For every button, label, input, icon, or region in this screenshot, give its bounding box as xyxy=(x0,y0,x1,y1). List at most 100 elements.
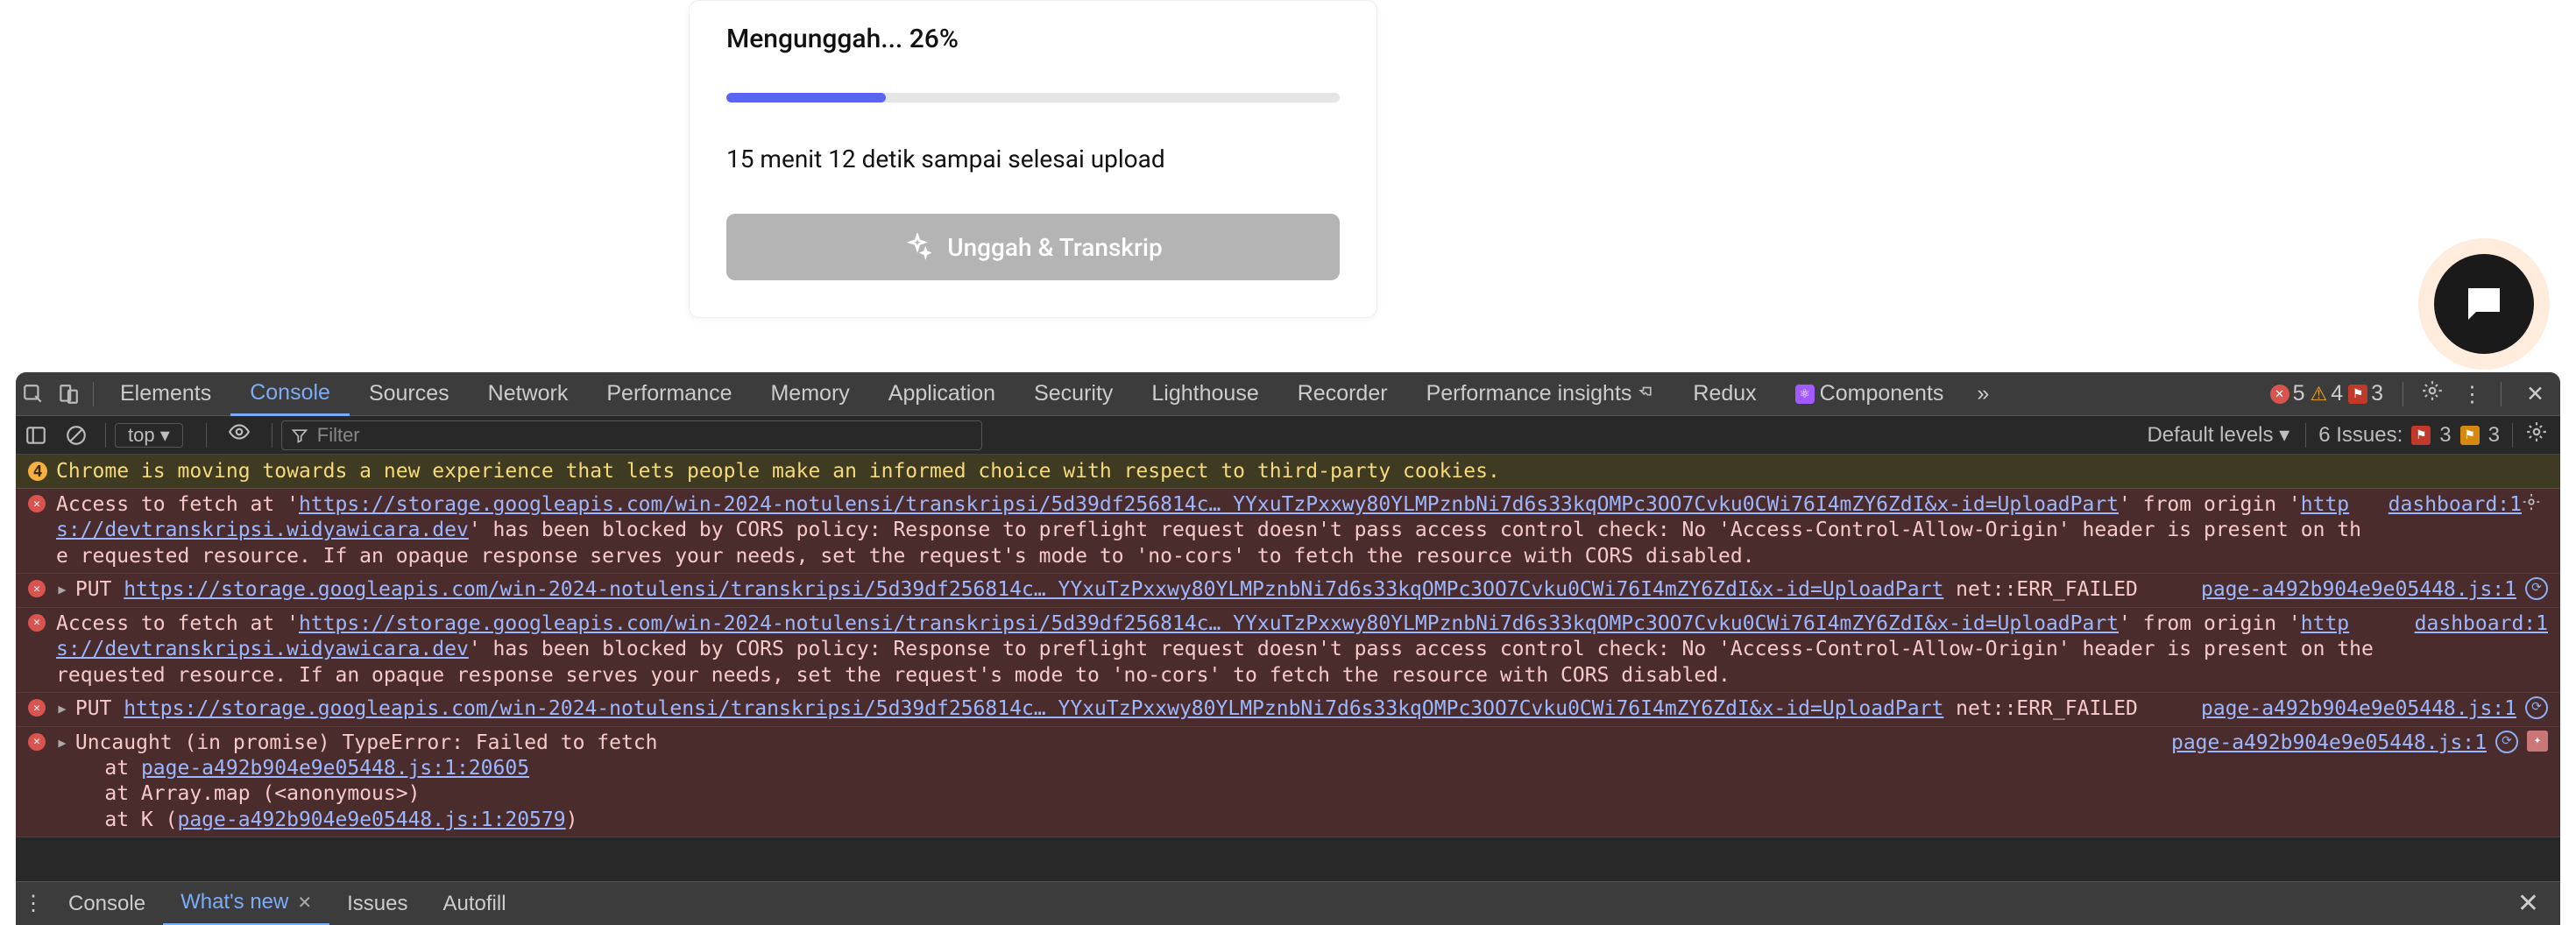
expand-arrow[interactable]: ▸ xyxy=(56,697,68,720)
cookie-banner-text: Chrome is moving towards a new experienc… xyxy=(56,460,1500,483)
log-message: ▸PUT https://storage.googleapis.com/win-… xyxy=(56,696,2183,722)
upload-card: Mengunggah... 26% 15 menit 12 detik samp… xyxy=(689,0,1377,318)
tab-redux[interactable]: Redux xyxy=(1674,372,1775,416)
upload-button-label: Unggah & Transkrip xyxy=(947,233,1162,262)
clear-console-button[interactable] xyxy=(56,424,96,447)
source-location-link[interactable]: page-a492b904e9e05448.js:1 xyxy=(2171,731,2487,756)
drawer-menu-button[interactable]: ⋮ xyxy=(16,891,51,916)
upload-transcribe-button[interactable]: Unggah & Transkrip xyxy=(726,214,1340,280)
chat-bubble-icon xyxy=(2460,280,2508,328)
tab-application[interactable]: Application xyxy=(869,372,1015,416)
separator xyxy=(206,423,207,448)
issues-yellow-count: 3 xyxy=(2488,423,2500,448)
console-settings-button[interactable] xyxy=(2513,420,2560,449)
filter-input[interactable]: Filter xyxy=(281,420,982,450)
tab-recorder[interactable]: Recorder xyxy=(1278,372,1407,416)
error-icon xyxy=(28,614,49,632)
chat-fab-button[interactable] xyxy=(2434,254,2534,354)
error-icon xyxy=(28,733,49,751)
element-picker-button[interactable] xyxy=(16,383,51,406)
progress-bar xyxy=(726,93,886,102)
status-counts[interactable]: 5 4 3 xyxy=(2260,381,2394,406)
sparkle-icon xyxy=(903,233,931,261)
tab-sources[interactable]: Sources xyxy=(350,372,469,416)
log-message: Access to fetch at 'https://storage.goog… xyxy=(56,611,2397,688)
tab-lighthouse[interactable]: Lighthouse xyxy=(1132,372,1277,416)
flag-count: 3 xyxy=(2371,381,2383,406)
console-log-row[interactable]: Access to fetch at 'https://storage.goog… xyxy=(16,608,2560,693)
ai-insight-icon[interactable]: ✦ xyxy=(2527,731,2548,752)
vm-context-icon[interactable]: ⟳ xyxy=(2525,696,2548,719)
console-log-row[interactable]: Access to fetch at 'https://storage.goog… xyxy=(16,489,2560,574)
drawer-close-button[interactable]: ✕ xyxy=(2496,888,2560,919)
tab-security[interactable]: Security xyxy=(1015,372,1132,416)
tab-elements[interactable]: Elements xyxy=(101,372,230,416)
vm-context-icon[interactable]: ⟳ xyxy=(2525,577,2548,600)
issues-label: 6 Issues: xyxy=(2318,423,2403,448)
page-background: Mengunggah... 26% 15 menit 12 detik samp… xyxy=(0,0,2576,368)
source-location-link[interactable]: dashboard:1 xyxy=(2415,611,2548,637)
filter-placeholder: Filter xyxy=(317,424,360,447)
expand-arrow[interactable]: ▸ xyxy=(56,578,68,601)
issues-red-count: 3 xyxy=(2439,423,2451,448)
tab-memory[interactable]: Memory xyxy=(751,372,868,416)
tab-console[interactable]: Console xyxy=(230,372,350,416)
source-link[interactable]: page-a492b904e9e05448.js:1:20605 xyxy=(141,757,529,780)
source-link[interactable]: page-a492b904e9e05448.js:1:20579 xyxy=(177,808,565,831)
drawer-tab-issues[interactable]: Issues xyxy=(329,882,425,925)
flag-icon xyxy=(2348,385,2367,404)
cookie-deprecation-banner[interactable]: 4 Chrome is moving towards a new experie… xyxy=(16,455,2560,489)
gear-icon[interactable] xyxy=(2522,492,2541,519)
drawer-tab-whats-new[interactable]: What's new✕ xyxy=(163,882,329,925)
close-icon[interactable]: ✕ xyxy=(297,892,312,914)
error-icon xyxy=(28,580,49,597)
url-link[interactable]: https://storage.googleapis.com/win-2024-… xyxy=(299,493,2119,516)
source-location-link[interactable]: page-a492b904e9e05448.js:1 xyxy=(2201,577,2516,603)
more-options-button[interactable]: ⋮ xyxy=(2452,381,2492,407)
separator xyxy=(2501,382,2502,406)
log-message: ▸Uncaught (in promise) TypeError: Failed… xyxy=(56,731,2154,834)
source-location-link[interactable]: page-a492b904e9e05448.js:1 xyxy=(2201,696,2516,722)
console-sidebar-toggle[interactable] xyxy=(16,424,56,447)
separator xyxy=(93,382,94,406)
drawer-tab-console[interactable]: Console xyxy=(51,882,163,925)
drawer-tab-autofill[interactable]: Autofill xyxy=(426,882,524,925)
url-link[interactable]: https://storage.googleapis.com/win-2024-… xyxy=(299,612,2119,635)
context-selector[interactable]: top ▾ xyxy=(115,423,183,448)
console-filter-bar: top ▾ Filter Default levels ▾ 6 Issues: … xyxy=(16,416,2560,455)
error-icon xyxy=(28,699,49,717)
live-expression-button[interactable] xyxy=(216,420,263,449)
tab-components[interactable]: Components xyxy=(1776,372,1964,416)
url-link[interactable]: https://storage.googleapis.com/win-2024-… xyxy=(124,697,1943,720)
warning-count: 4 xyxy=(2331,381,2343,406)
devtools-drawer: ⋮ Console What's new✕ Issues Autofill ✕ xyxy=(16,881,2560,925)
progress-track xyxy=(726,93,1340,102)
console-log-row[interactable]: ▸Uncaught (in promise) TypeError: Failed… xyxy=(16,727,2560,838)
tab-performance-insights[interactable]: Performance insights xyxy=(1407,372,1674,416)
tabs-overflow-button[interactable]: » xyxy=(1963,381,2003,406)
devtools-close-button[interactable]: ✕ xyxy=(2510,381,2560,407)
flag-icon xyxy=(2460,426,2480,445)
issues-button[interactable]: 6 Issues: 3 3 xyxy=(2306,423,2512,448)
upload-eta-text: 15 menit 12 detik sampai selesai upload xyxy=(726,145,1340,173)
error-icon xyxy=(2270,385,2289,404)
error-icon xyxy=(28,495,49,512)
react-icon xyxy=(1795,385,1815,404)
source-location-link[interactable]: dashboard:1 xyxy=(2388,492,2522,518)
url-link[interactable]: https://storage.googleapis.com/win-2024-… xyxy=(124,578,1943,601)
warning-badge: 4 xyxy=(28,462,47,481)
settings-button[interactable] xyxy=(2412,379,2452,408)
expand-arrow[interactable]: ▸ xyxy=(56,731,68,754)
console-log-row[interactable]: ▸PUT https://storage.googleapis.com/win-… xyxy=(16,693,2560,726)
vm-context-icon[interactable]: ⟳ xyxy=(2495,731,2518,753)
log-levels-dropdown[interactable]: Default levels ▾ xyxy=(2131,422,2305,448)
separator xyxy=(105,423,106,448)
flag-icon xyxy=(2411,426,2431,445)
log-message: Access to fetch at 'https://storage.goog… xyxy=(56,492,2371,569)
error-count: 5 xyxy=(2293,381,2305,406)
console-log-row[interactable]: ▸PUT https://storage.googleapis.com/win-… xyxy=(16,574,2560,607)
warning-icon xyxy=(2311,381,2328,406)
device-toggle-button[interactable] xyxy=(51,383,86,406)
tab-network[interactable]: Network xyxy=(469,372,588,416)
tab-performance[interactable]: Performance xyxy=(587,372,751,416)
